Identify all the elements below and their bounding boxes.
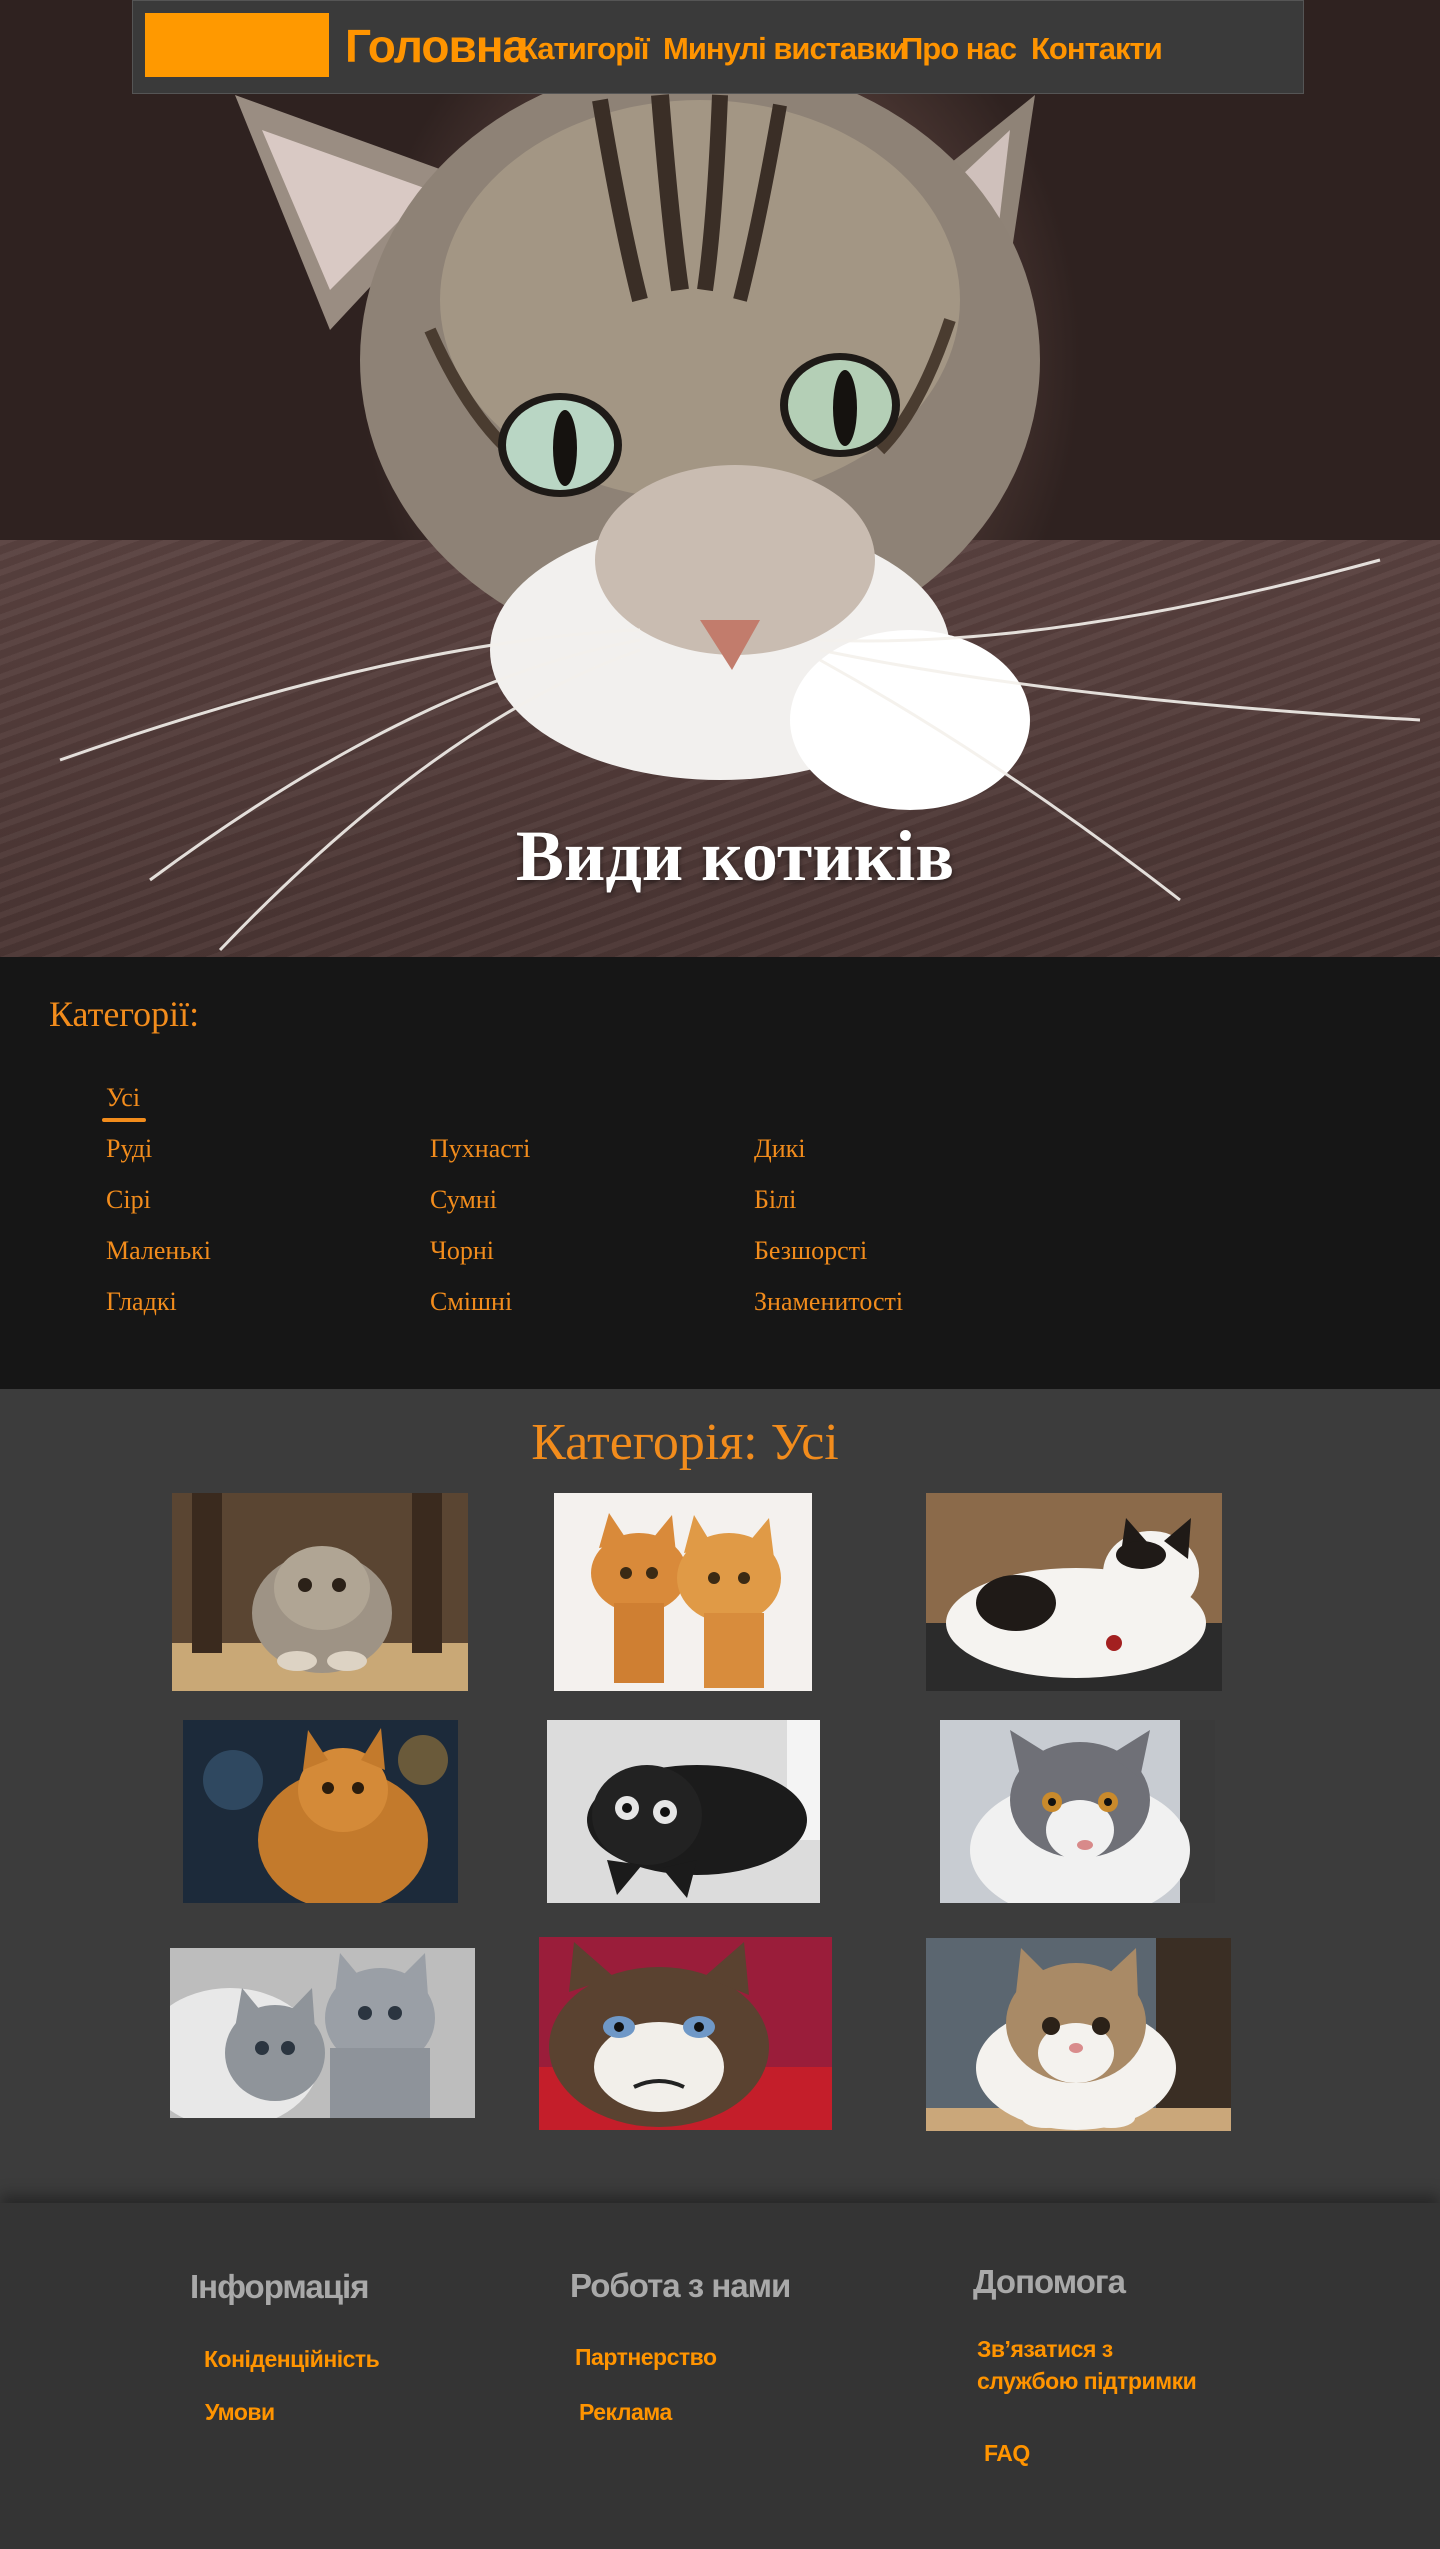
footer-link-support[interactable]: Зв’язатися з службою підтримки bbox=[977, 2333, 1217, 2397]
black-cat-icon bbox=[547, 1720, 820, 1903]
photo-grey-kittens[interactable] bbox=[170, 1948, 475, 2118]
grumpy-cat-icon bbox=[539, 1937, 832, 2130]
photo-grumpy-cat[interactable] bbox=[539, 1937, 832, 2130]
grey-white-cat-icon bbox=[940, 1720, 1215, 1903]
category-white[interactable]: Білі bbox=[754, 1185, 796, 1215]
footer-link-partnership[interactable]: Партнерство bbox=[575, 2341, 717, 2373]
category-small[interactable]: Маленькі bbox=[106, 1236, 211, 1266]
category-celebrities[interactable]: Знаменитості bbox=[754, 1287, 903, 1317]
footer-heading-info: Інформація bbox=[190, 2268, 369, 2305]
category-all[interactable]: Усі bbox=[101, 1083, 147, 1122]
category-wild[interactable]: Дикі bbox=[754, 1134, 806, 1164]
photo-maine-coon[interactable] bbox=[183, 1720, 458, 1903]
category-hairless[interactable]: Безшорсті bbox=[754, 1236, 867, 1266]
hero-banner: Види котиків bbox=[0, 0, 1440, 957]
gallery-section: Категорія: Усі bbox=[0, 1389, 1440, 2203]
nav-home[interactable]: Головна bbox=[345, 19, 528, 73]
fold-kitten-icon bbox=[172, 1493, 468, 1691]
categories-section: Категорії: Усі Руді Пухнасті Дикі Сірі С… bbox=[0, 957, 1440, 1389]
photo-fold-kitten[interactable] bbox=[172, 1493, 468, 1691]
category-ginger[interactable]: Руді bbox=[106, 1134, 152, 1164]
category-grey[interactable]: Сірі bbox=[106, 1185, 151, 1215]
category-black[interactable]: Чорні bbox=[430, 1236, 494, 1266]
footer-link-advertising[interactable]: Реклама bbox=[579, 2396, 672, 2428]
calico-cat-icon bbox=[926, 1493, 1222, 1691]
category-funny[interactable]: Смішні bbox=[430, 1287, 512, 1317]
category-sad[interactable]: Сумні bbox=[430, 1185, 497, 1215]
hero-cat-image bbox=[59, 60, 1421, 952]
photo-ginger-kittens[interactable] bbox=[554, 1493, 812, 1691]
ginger-kittens-icon bbox=[554, 1493, 812, 1691]
categories-heading: Категорії: bbox=[49, 994, 200, 1034]
nav-past-exhibitions[interactable]: Минулі виставки bbox=[663, 31, 908, 67]
photo-grey-white-cat[interactable] bbox=[940, 1720, 1215, 1903]
nav-about[interactable]: Про нас bbox=[901, 31, 1017, 67]
category-smooth[interactable]: Гладкі bbox=[106, 1287, 177, 1317]
footer-link-faq[interactable]: FAQ bbox=[984, 2437, 1030, 2469]
top-navigation: Головна Катигорії Минулі виставки Про на… bbox=[132, 0, 1304, 94]
maine-coon-icon bbox=[183, 1720, 458, 1903]
footer-link-privacy[interactable]: Коніденційність bbox=[204, 2343, 380, 2375]
nav-categories[interactable]: Катигорії bbox=[519, 31, 649, 67]
grey-kittens-icon bbox=[170, 1948, 475, 2118]
page-title: Види котиків bbox=[515, 816, 955, 896]
category-fluffy[interactable]: Пухнасті bbox=[430, 1134, 530, 1164]
footer-heading-help: Допомога bbox=[973, 2263, 1126, 2300]
photo-black-cat[interactable] bbox=[547, 1720, 820, 1903]
photo-calico-cat[interactable] bbox=[926, 1493, 1222, 1691]
tabby-white-cat-icon bbox=[926, 1938, 1231, 2131]
footer-heading-work-with-us: Робота з нами bbox=[570, 2267, 791, 2304]
nav-contacts[interactable]: Контакти bbox=[1031, 31, 1163, 67]
footer-link-terms[interactable]: Умови bbox=[205, 2396, 275, 2428]
photo-tabby-white-cat[interactable] bbox=[926, 1938, 1231, 2131]
logo[interactable] bbox=[145, 13, 329, 77]
footer: Інформація Коніденційність Умови Робота … bbox=[0, 2203, 1440, 2549]
gallery-heading: Категорія: Усі bbox=[531, 1414, 839, 1471]
